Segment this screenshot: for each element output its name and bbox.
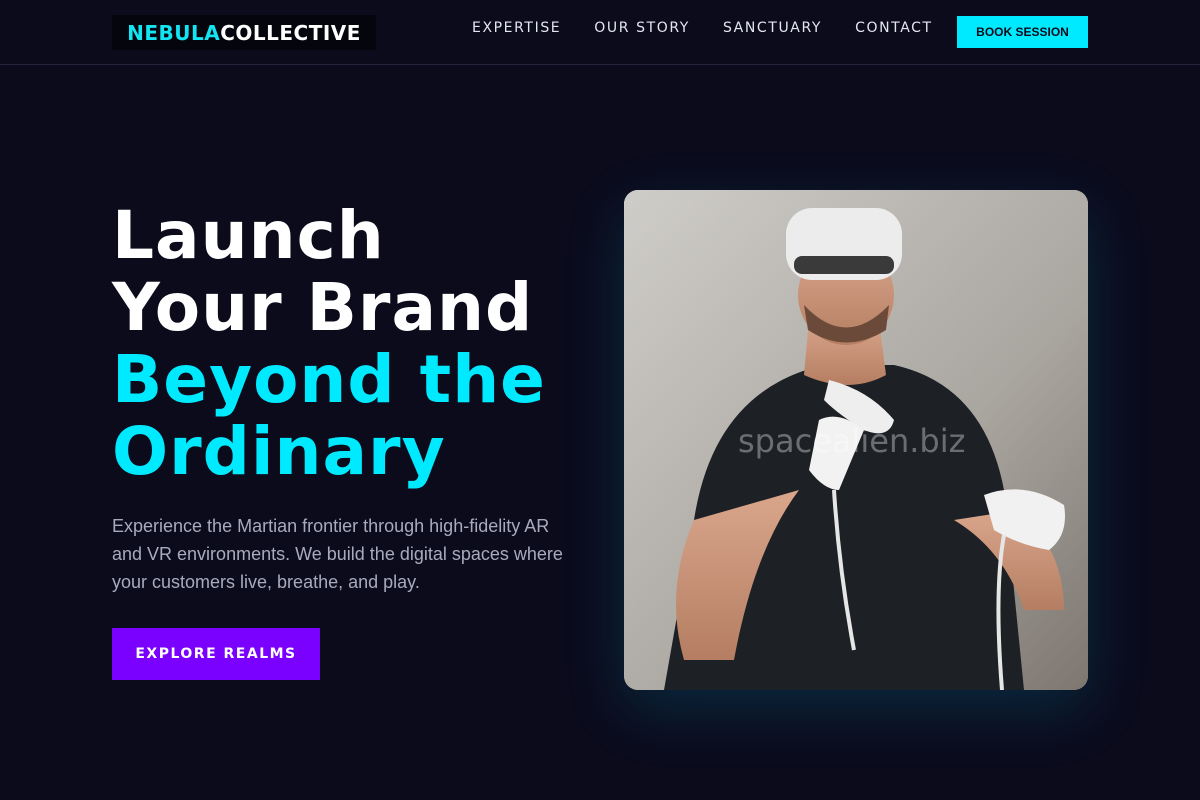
top-navbar: NEBULA COLLECTIVE EXPERTISE OUR STORY SAN… bbox=[0, 0, 1200, 65]
headline-line-your-brand: Your Brand bbox=[112, 269, 534, 346]
hero-image-vr-user: spacealien.biz bbox=[624, 190, 1088, 690]
nav-link-contact[interactable]: CONTACT bbox=[855, 20, 933, 36]
nav-link-expertise[interactable]: EXPERTISE bbox=[472, 20, 561, 36]
brand-logo[interactable]: NEBULA COLLECTIVE bbox=[112, 15, 376, 50]
hero-headline: Launch Your Brand Beyond the Ordinary bbox=[112, 200, 546, 488]
nav-link-our-story[interactable]: OUR STORY bbox=[594, 20, 690, 36]
hero-description: Experience the Martian frontier through … bbox=[112, 516, 563, 592]
headline-line-ordinary: Ordinary bbox=[112, 413, 446, 490]
logo-part-nebula: NEBULA bbox=[127, 20, 221, 45]
logo-part-collective: COLLECTIVE bbox=[220, 20, 361, 45]
headline-line-beyond: Beyond the bbox=[112, 341, 546, 418]
book-session-button[interactable]: BOOK SESSION bbox=[957, 16, 1088, 48]
explore-realms-button[interactable]: EXPLORE REALMS bbox=[112, 628, 320, 680]
headline-line-launch: Launch bbox=[112, 197, 385, 274]
image-watermark: spacealien.biz bbox=[738, 422, 966, 460]
nav-links: EXPERTISE OUR STORY SANCTUARY CONTACT bbox=[472, 20, 966, 36]
nav-link-sanctuary[interactable]: SANCTUARY bbox=[723, 20, 822, 36]
